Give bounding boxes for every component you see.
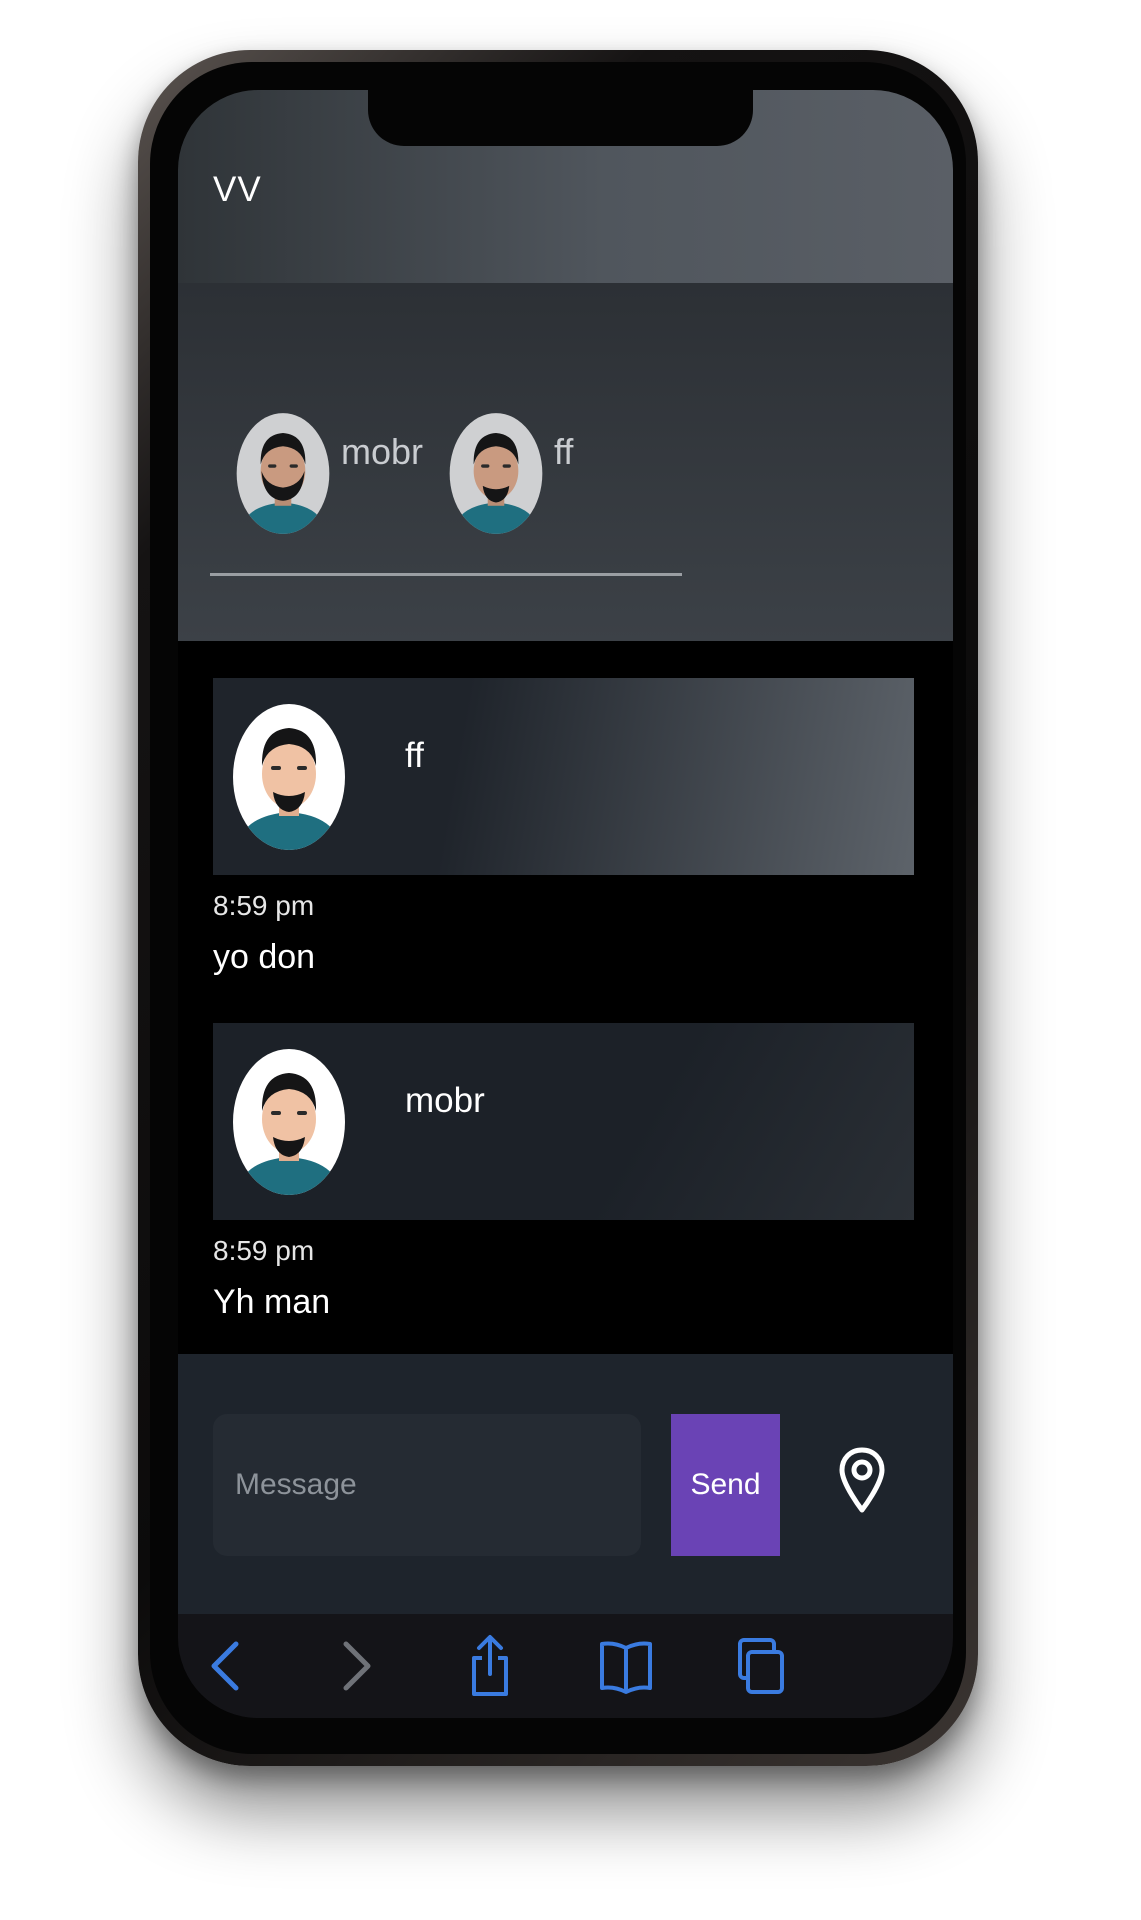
- avatar-icon: [449, 413, 543, 534]
- message-timestamp: 8:59 pm: [213, 1235, 315, 1266]
- message-item: mobr 8:59 pm Yh man: [213, 1023, 914, 1322]
- message-text: Yh man: [213, 1283, 331, 1321]
- user-chip-name: mobr: [341, 431, 424, 472]
- back-chevron-icon[interactable]: [196, 1634, 256, 1698]
- avatar-icon: [236, 413, 330, 534]
- message-timestamp: 8:59 pm: [213, 890, 315, 921]
- user-chip-ff[interactable]: ff: [448, 411, 573, 536]
- message-sender-card: ff: [213, 678, 914, 875]
- message-sender-name: mobr: [405, 1081, 485, 1120]
- user-chip-name: ff: [554, 431, 574, 472]
- message-item: ff 8:59 pm yo don: [213, 678, 914, 977]
- message-input[interactable]: [213, 1414, 641, 1556]
- user-chip-mobr[interactable]: mobr: [235, 411, 423, 536]
- message-sender-card: mobr: [213, 1023, 914, 1220]
- share-icon[interactable]: [460, 1634, 520, 1698]
- message-text: yo don: [213, 938, 316, 976]
- browser-toolbar: [178, 1614, 953, 1718]
- message-sender-name: ff: [405, 736, 424, 775]
- avatar-icon: [233, 704, 345, 850]
- location-pin-icon[interactable]: [838, 1446, 886, 1516]
- users-bar-divider: [210, 573, 682, 576]
- tabs-icon[interactable]: [730, 1634, 790, 1698]
- phone-notch: [368, 90, 753, 146]
- send-button[interactable]: Send: [671, 1414, 780, 1556]
- avatar-icon: [233, 1049, 345, 1195]
- forward-chevron-icon[interactable]: [326, 1634, 386, 1698]
- app-title: VV: [213, 170, 262, 209]
- active-users-bar: mobr ff: [178, 283, 953, 641]
- message-composer: Send: [178, 1354, 953, 1614]
- bookmarks-icon[interactable]: [596, 1634, 656, 1698]
- phone-screen: VV mobr ff ff 8:59 pm yo don mobr 8:59 p…: [178, 90, 953, 1718]
- message-feed[interactable]: ff 8:59 pm yo don mobr 8:59 pm Yh man: [178, 641, 953, 1354]
